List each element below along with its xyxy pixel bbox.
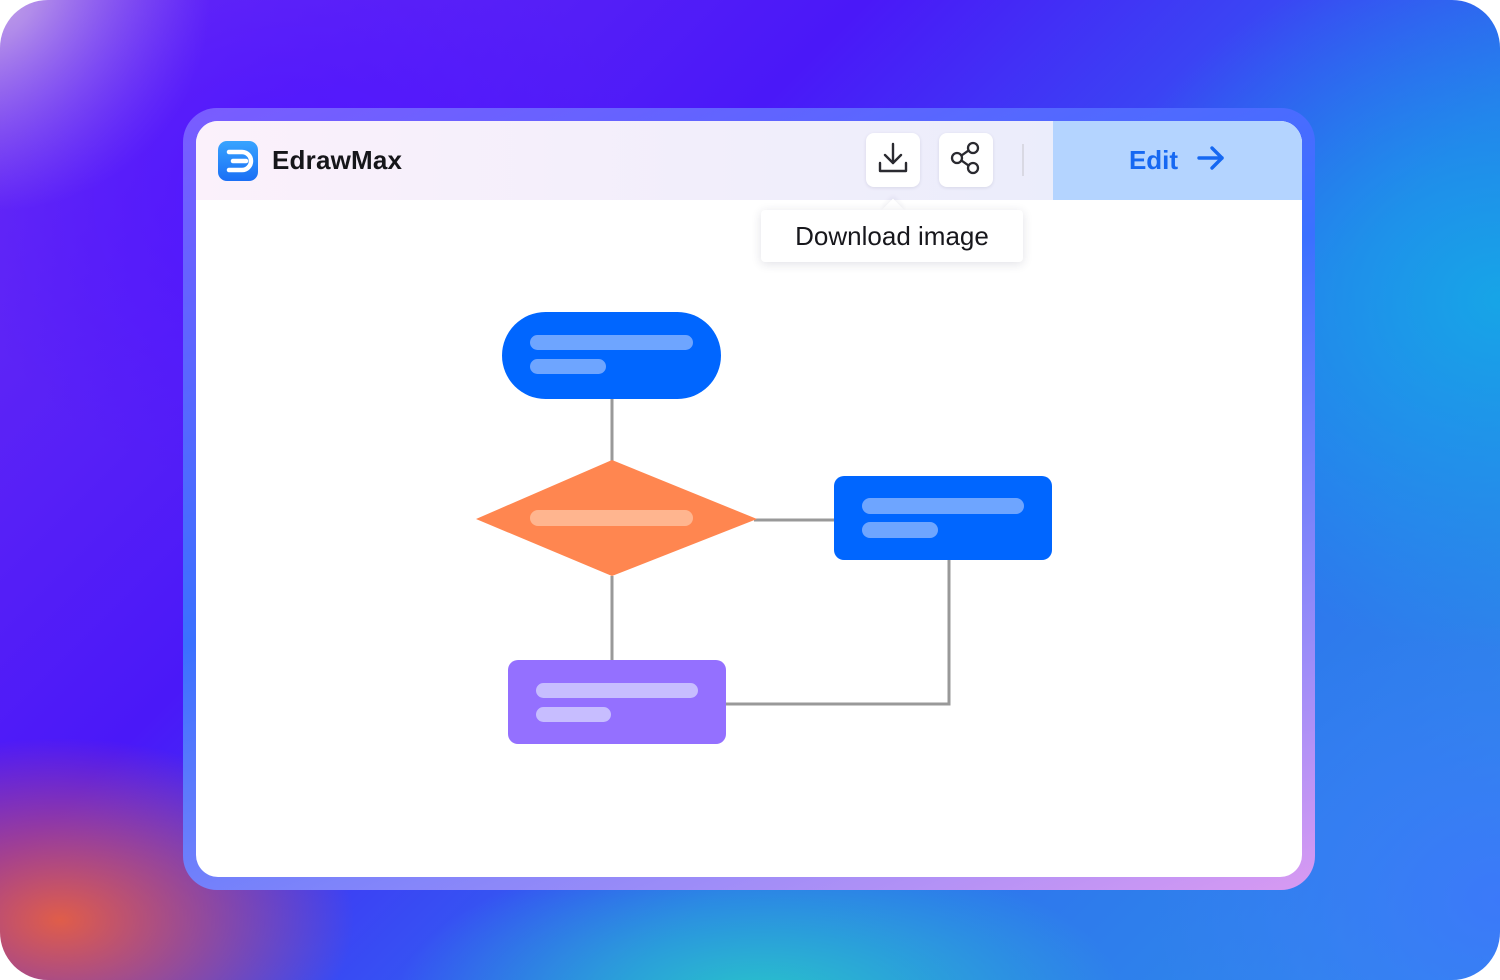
decision-diamond-node[interactable]	[476, 460, 757, 576]
diagram-viewer-window: EdrawMax Edit Download image	[196, 121, 1302, 877]
process-node[interactable]	[834, 476, 1052, 560]
connector-subprocess-process	[725, 559, 951, 706]
placeholder-text-line	[530, 335, 693, 350]
placeholder-text-line	[536, 683, 698, 698]
start-terminator-node[interactable]	[502, 312, 721, 399]
placeholder-text-line	[530, 359, 606, 374]
download-tooltip: Download image	[761, 210, 1023, 262]
placeholder-text-line	[536, 707, 611, 722]
placeholder-text-line	[862, 498, 1024, 514]
flowchart-canvas	[476, 312, 1052, 744]
subprocess-node[interactable]	[508, 660, 726, 744]
placeholder-text-line	[530, 510, 693, 526]
placeholder-text-line	[862, 522, 938, 538]
